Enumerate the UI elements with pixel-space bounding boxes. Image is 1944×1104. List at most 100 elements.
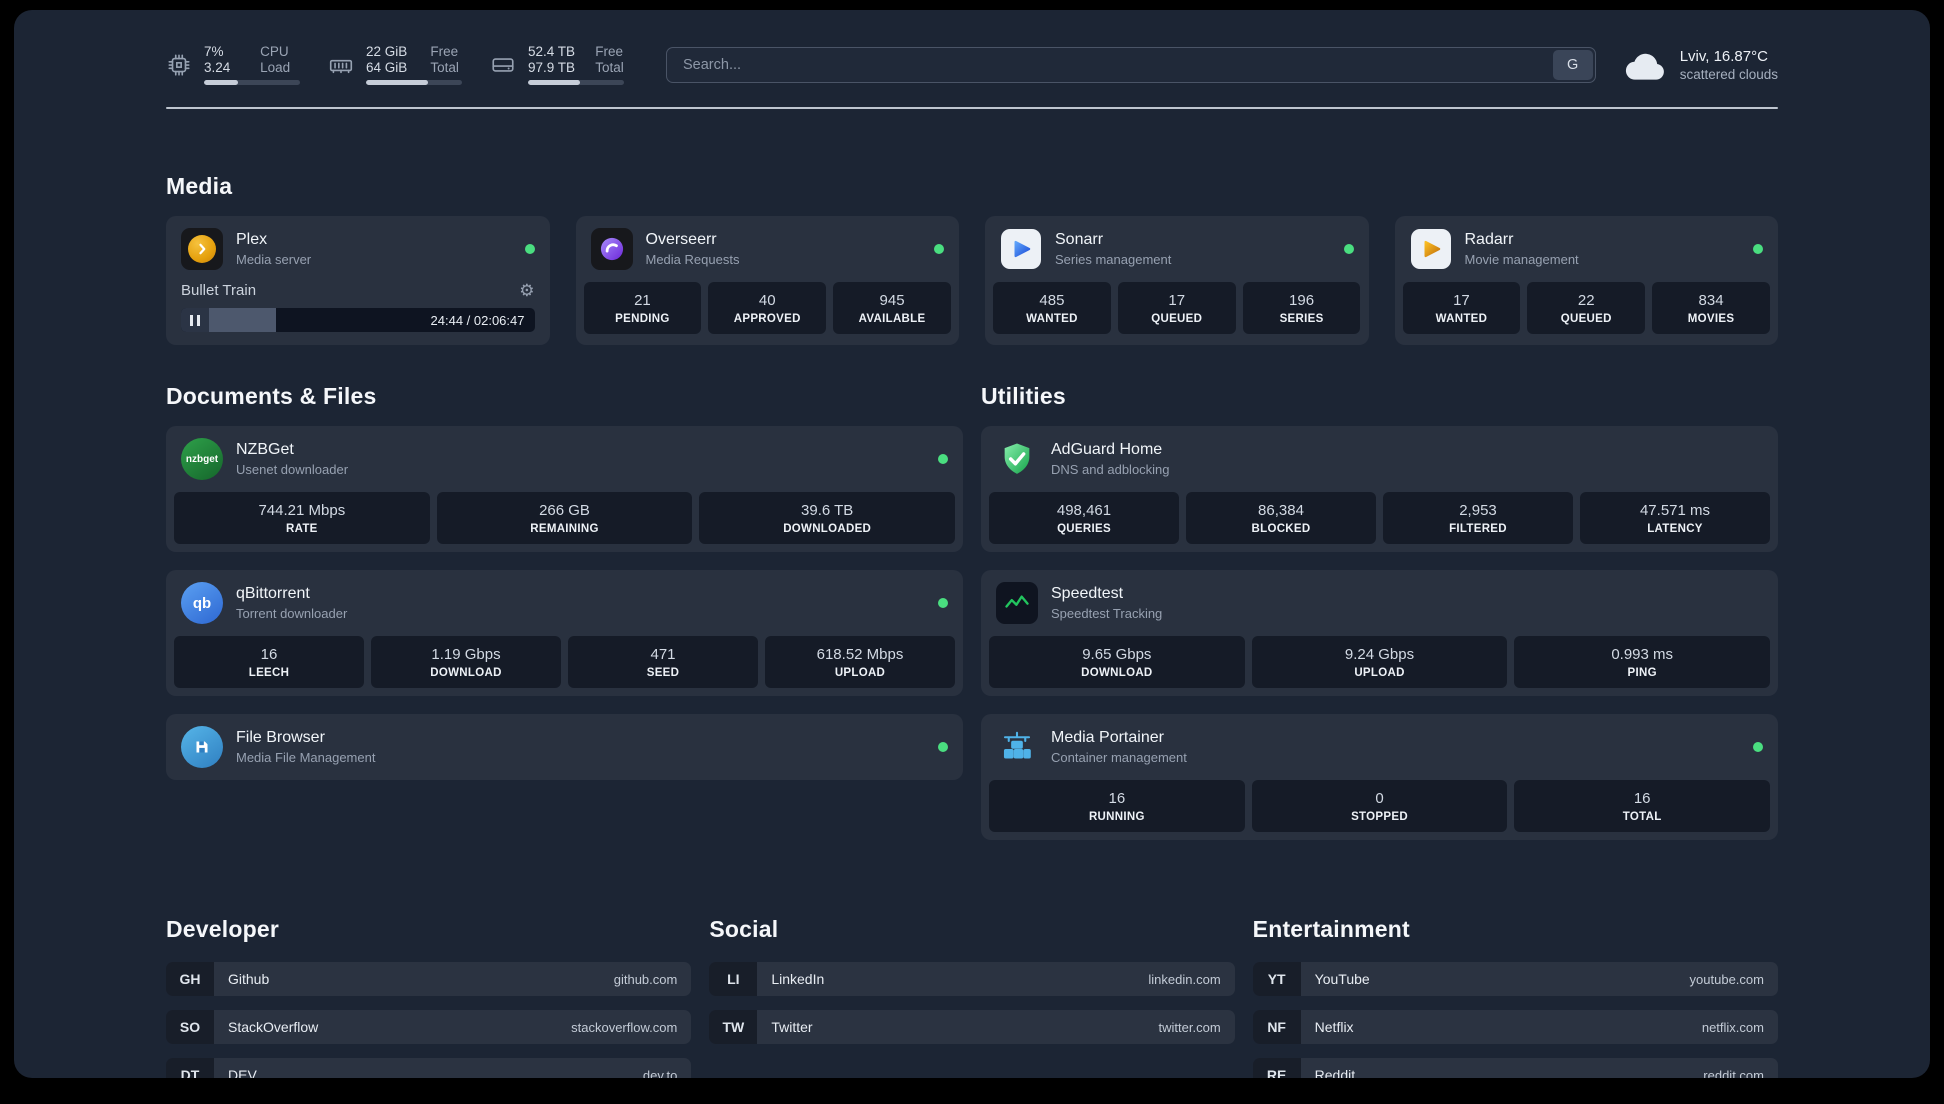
stat-tile: 1.19 Gbps DOWNLOAD: [371, 636, 561, 688]
cpu-load-value: 3.24: [204, 60, 231, 75]
service-subtitle: Media Requests: [645, 252, 740, 267]
radarr-icon: [1410, 228, 1452, 270]
stat-tile: 834 MOVIES: [1652, 282, 1770, 334]
memory-free-value: 22 GiB: [366, 44, 408, 59]
bookmark-dev[interactable]: DT DEV dev.to: [166, 1058, 692, 1078]
stat-tile: 9.65 Gbps DOWNLOAD: [989, 636, 1245, 688]
stat-label: PENDING: [615, 313, 670, 325]
service-subtitle: Speedtest Tracking: [1051, 606, 1163, 621]
stat-label: DOWNLOAD: [1081, 667, 1153, 679]
weather-widget[interactable]: Lviv, 16.87°C scattered clouds: [1624, 48, 1778, 82]
stat-value: 22: [1577, 292, 1595, 309]
stat-value: 17: [1168, 292, 1186, 309]
filebrowser-card[interactable]: File Browser Media File Management: [166, 714, 963, 780]
section-title-entertainment: Entertainment: [1252, 916, 1410, 942]
stat-label: WANTED: [1435, 313, 1488, 325]
bookmark-url: reddit.com: [1703, 1067, 1764, 1079]
bookmark-reddit[interactable]: RE Reddit reddit.com: [1252, 1058, 1778, 1079]
nzbget-card[interactable]: nzbget NZBGet Usenet downloader 744.21 M…: [166, 426, 963, 552]
service-subtitle: Container management: [1051, 750, 1187, 765]
media-progressbar: 24:44 / 02:06:47: [181, 308, 535, 332]
speedtest-card[interactable]: Speedtest Speedtest Tracking 9.65 Gbps D…: [981, 570, 1778, 696]
stat-label: PING: [1627, 667, 1657, 679]
stat-label: QUEUED: [1560, 313, 1612, 325]
bookmark-stackoverflow[interactable]: SO StackOverflow stackoverflow.com: [166, 1010, 692, 1044]
stat-tile: 498,461 QUERIES: [989, 492, 1179, 544]
stat-label: BLOCKED: [1251, 523, 1311, 535]
cpu-label: CPU: [260, 44, 289, 59]
stat-value: 498,461: [1056, 502, 1112, 519]
stat-label: QUEUED: [1151, 313, 1203, 325]
topbar-divider: [166, 107, 1778, 109]
qbittorrent-card[interactable]: qb qBittorrent Torrent downloader 16 LEE…: [166, 570, 963, 696]
qbittorrent-icon: qb: [181, 582, 223, 624]
stat-value: 47.571 ms: [1639, 502, 1711, 519]
service-title: Radarr: [1464, 231, 1514, 248]
gear-icon[interactable]: ⚙: [519, 282, 534, 299]
cloud-icon: [1624, 48, 1668, 82]
bookmark-url: youtube.com: [1689, 971, 1764, 987]
bookmark-abbr: NF: [1252, 1010, 1301, 1044]
stat-value: 196: [1289, 292, 1315, 309]
nzbget-icon: nzbget: [181, 438, 223, 480]
status-dot: [938, 742, 948, 752]
stat-value: 744.21 Mbps: [258, 502, 346, 519]
section-title-media: Media: [166, 173, 233, 199]
stat-label: STOPPED: [1351, 811, 1408, 823]
plex-icon: [181, 228, 223, 270]
section-title-developer: Developer: [166, 916, 280, 942]
bookmark-abbr: GH: [166, 962, 214, 996]
bookmark-abbr: SO: [166, 1010, 214, 1044]
bookmark-abbr: TW: [709, 1010, 758, 1044]
service-title: NZBGet: [236, 441, 294, 458]
memory-icon: [328, 52, 354, 78]
stat-value: 39.6 TB: [801, 502, 854, 519]
stat-tile: 0 STOPPED: [1251, 780, 1508, 832]
portainer-icon: [996, 726, 1038, 768]
status-dot: [1753, 742, 1763, 752]
stat-value: 21: [634, 292, 651, 309]
bookmark-twitter[interactable]: TW Twitter twitter.com: [709, 1010, 1235, 1044]
stat-tile: 17 QUEUED: [1117, 282, 1236, 334]
disk-progress-fill: [528, 80, 580, 85]
media-time: 24:44 / 02:06:47: [430, 312, 525, 328]
bookmark-youtube[interactable]: YT YouTube youtube.com: [1252, 962, 1778, 996]
bookmark-abbr: RE: [1252, 1058, 1301, 1078]
status-dot: [1343, 244, 1354, 254]
adguard-card[interactable]: AdGuard Home DNS and adblocking 498,461 …: [981, 426, 1778, 552]
bookmark-linkedin[interactable]: LI LinkedIn linkedin.com: [709, 962, 1235, 996]
service-title: Media Portainer: [1051, 729, 1164, 746]
overseerr-card[interactable]: Overseerr Media Requests 21 PENDING 40 A…: [575, 216, 959, 345]
stat-tile: 16 RUNNING: [989, 780, 1245, 832]
stat-tile: 16 TOTAL: [1514, 780, 1771, 832]
search-provider-button[interactable]: G: [1552, 49, 1593, 80]
status-dot: [938, 598, 948, 608]
disk-progressbar: [528, 80, 624, 85]
stat-value: 834: [1698, 292, 1724, 309]
search-bar: G: [666, 46, 1596, 83]
bookmark-name: DEV: [228, 1067, 257, 1078]
sonarr-card[interactable]: Sonarr Series management 485 WANTED 17 Q…: [985, 216, 1369, 345]
stat-tile: 945 AVAILABLE: [833, 282, 951, 334]
bookmark-name: Netflix: [1314, 1019, 1354, 1035]
stat-value: 485: [1039, 292, 1065, 309]
service-subtitle: Torrent downloader: [236, 606, 348, 621]
bookmark-github[interactable]: GH Github github.com: [166, 962, 692, 996]
stat-tile: 39.6 TB DOWNLOADED: [699, 492, 956, 544]
weather-condition: scattered clouds: [1679, 66, 1778, 82]
bookmark-name: Twitter: [771, 1019, 813, 1035]
portainer-card[interactable]: Media Portainer Container management 16 …: [981, 714, 1778, 840]
pause-button[interactable]: [181, 308, 209, 332]
radarr-card[interactable]: Radarr Movie management 17 WANTED 22 QUE…: [1394, 216, 1778, 345]
memory-total-label: Total: [430, 60, 459, 75]
stat-label: REMAINING: [530, 523, 599, 535]
search-input[interactable]: [667, 47, 1551, 82]
stat-value: 2,953: [1459, 502, 1497, 519]
status-dot: [938, 454, 948, 464]
section-title-utilities: Utilities: [981, 383, 1066, 409]
plex-card[interactable]: Plex Media server Bullet Train ⚙ 24:44 /…: [166, 216, 550, 345]
stat-value: 0.993 ms: [1611, 646, 1674, 663]
stat-label: SERIES: [1279, 313, 1324, 325]
memory-total-value: 64 GiB: [366, 60, 408, 75]
bookmark-netflix[interactable]: NF Netflix netflix.com: [1252, 1010, 1778, 1044]
